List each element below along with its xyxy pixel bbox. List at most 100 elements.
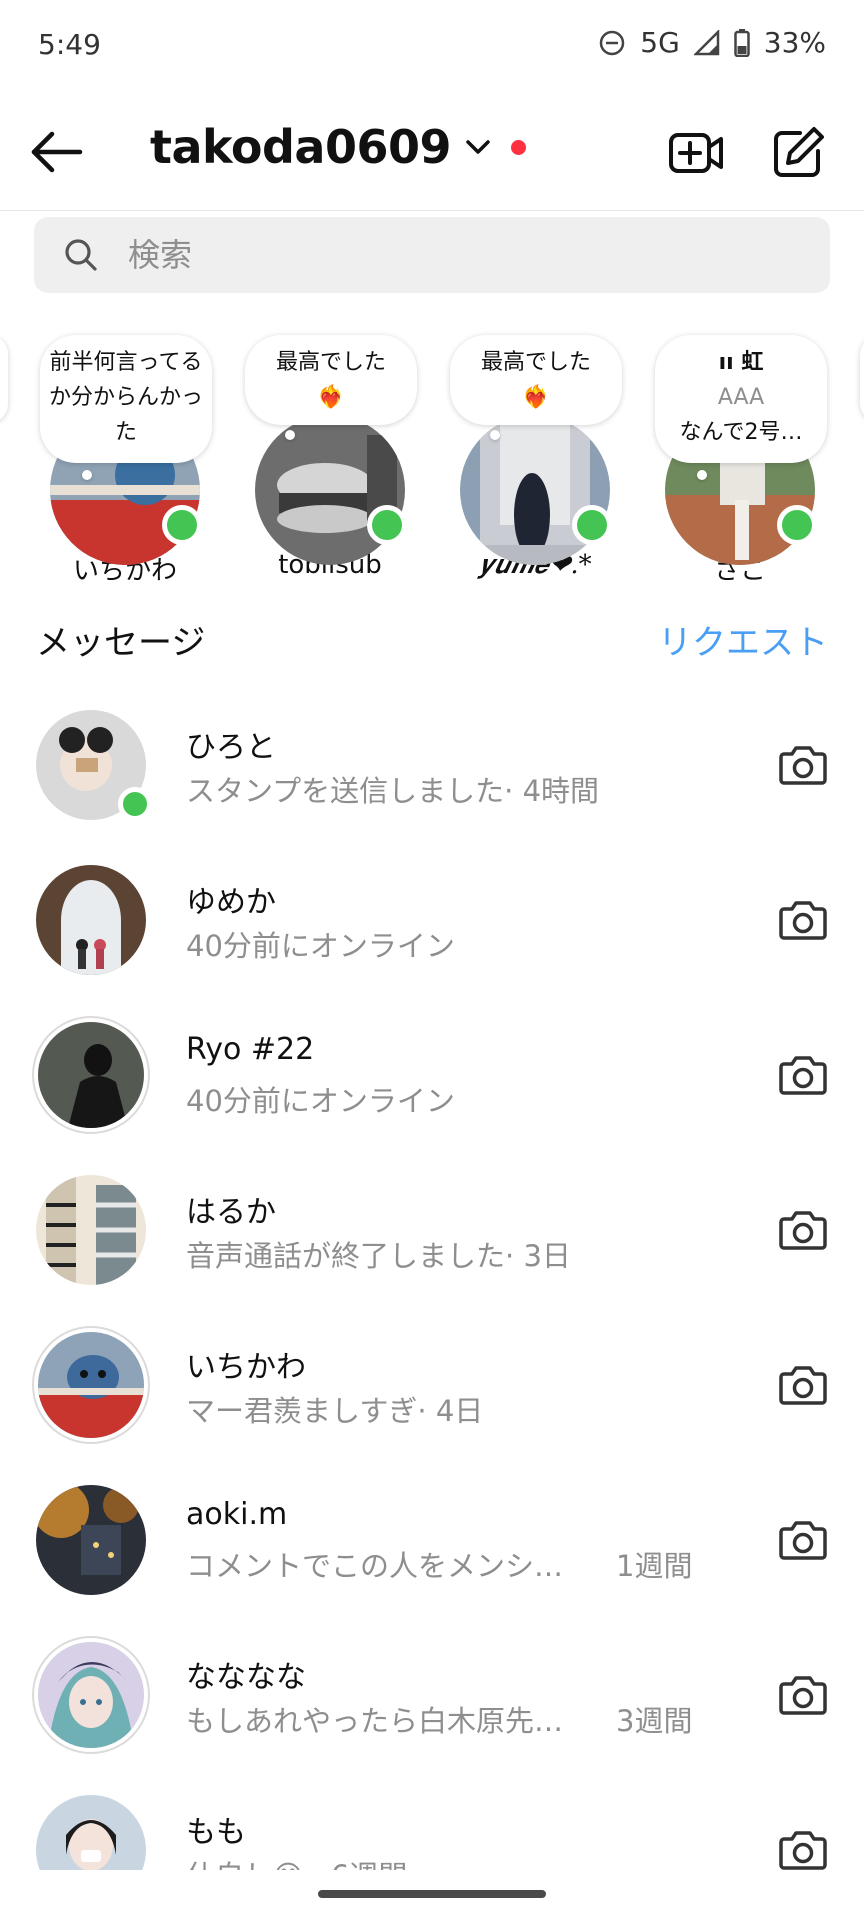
thread-preview: 仕自し😊 · 6週間 — [186, 1853, 706, 1870]
camera-icon[interactable] — [778, 895, 828, 945]
online-indicator — [777, 505, 817, 545]
search-input[interactable] — [126, 235, 790, 275]
battery-icon — [734, 28, 750, 57]
camera-icon[interactable] — [778, 740, 828, 790]
thread-name: もも — [186, 1815, 246, 1850]
online-indicator — [367, 505, 407, 545]
note-item[interactable]: 最高でした ❤️‍🔥 tobiisub — [245, 325, 450, 595]
thread-preview: 40分前にオンライン — [186, 923, 706, 965]
thread-preview: スタンプを送信しました · 4時間 — [186, 768, 706, 810]
note-emoji: ❤️‍🔥 — [522, 385, 550, 410]
avatar — [36, 1175, 146, 1285]
status-icons: 5G 33% — [598, 26, 826, 59]
notes-row: 前半何言ってるか分からんかった いちかわ 最高でした ❤️‍🔥 tobiisub… — [0, 325, 864, 595]
thread-preview: 音声通話が終了しました · 3日 — [186, 1233, 706, 1275]
notification-dot — [511, 139, 526, 155]
note-bubble-tail — [82, 470, 92, 480]
online-indicator — [118, 787, 152, 821]
thread-name: aoki.m — [186, 1497, 288, 1532]
thread-name: はるか — [186, 1195, 276, 1230]
camera-icon[interactable] — [778, 1515, 828, 1565]
note-text: 最高でした — [275, 350, 386, 375]
thread-message: マー君羨ましすぎ — [186, 1394, 418, 1428]
status-time: 5:49 — [38, 28, 101, 61]
thread-row[interactable]: いちかわ マー君羨ましすぎ · 4日 — [0, 1320, 864, 1475]
thread-time: 3週間 — [616, 1704, 693, 1738]
note-bubble-tail — [697, 470, 707, 480]
home-indicator[interactable] — [318, 1890, 546, 1898]
thread-time: · 3日 — [505, 1239, 571, 1273]
thread-message: スタンプを送信しました — [186, 774, 505, 808]
thread-message: 仕自し😊 · 6週間 — [186, 1853, 407, 1870]
messages-title: メッセージ — [36, 623, 206, 663]
compose-icon[interactable] — [770, 125, 826, 181]
thread-message: コメントでこの人をメンションしました — [186, 1549, 586, 1583]
thread-row[interactable]: なななな もしあれやったら白木原先輩に 3週間 — [0, 1630, 864, 1785]
thread-row[interactable]: はるか 音声通話が終了しました · 3日 — [0, 1165, 864, 1320]
camera-icon[interactable] — [778, 1205, 828, 1255]
note-emoji: ❤️‍🔥 — [317, 385, 345, 410]
thread-row[interactable]: ゆめか 40分前にオンライン — [0, 855, 864, 1010]
partial-note-right — [860, 335, 864, 423]
note-item[interactable]: 最高でした ❤️‍🔥 𝒚𝒖𝒎𝒆❤︎.* — [450, 325, 655, 595]
note-subtext: AAA — [717, 385, 765, 410]
messages-section-header: メッセージ リクエスト — [36, 615, 828, 664]
thread-list: ひろと スタンプを送信しました · 4時間 ゆめか 40分前にオンライン Ryo… — [0, 700, 864, 1870]
thread-time: · 4時間 — [504, 774, 600, 808]
thread-row[interactable]: aoki.m コメントでこの人をメンションしました 1週間 — [0, 1475, 864, 1630]
network-label: 5G — [640, 26, 680, 59]
thread-message: 音声通話が終了しました — [186, 1239, 506, 1273]
header: takoda0609 — [0, 95, 864, 211]
avatar — [36, 1485, 146, 1595]
thread-name: Ryo #22 — [186, 1032, 315, 1067]
thread-row[interactable]: もも 仕自し😊 · 6週間 — [0, 1785, 864, 1870]
status-bar: 5:49 5G 33% — [0, 0, 864, 95]
note-item[interactable]: ıı 虹 AAA なんで2号… さこ — [655, 325, 860, 595]
thread-message: もしあれやったら白木原先輩に — [186, 1704, 586, 1738]
signal-icon — [693, 29, 720, 55]
thread-name: ひろと — [186, 730, 276, 765]
search-bar[interactable] — [34, 217, 830, 293]
note-text: ıı 虹 — [718, 350, 764, 375]
camera-icon[interactable] — [778, 1825, 828, 1870]
camera-icon[interactable] — [778, 1050, 828, 1100]
requests-link[interactable]: リクエスト — [658, 615, 828, 664]
thread-preview: コメントでこの人をメンションしました 1週間 — [186, 1543, 706, 1585]
do-not-disturb-icon — [600, 30, 625, 55]
avatar — [36, 865, 146, 975]
thread-preview: もしあれやったら白木原先輩に 3週間 — [186, 1698, 706, 1740]
partial-note-left — [0, 335, 8, 423]
chevron-down-icon — [466, 140, 490, 154]
camera-icon[interactable] — [778, 1670, 828, 1720]
note-text: 前半何言ってるか分からんかった — [48, 350, 203, 445]
online-indicator — [572, 505, 612, 545]
note-bubble-tail — [285, 430, 295, 440]
page-title: takoda0609 — [150, 120, 452, 174]
account-switcher[interactable]: takoda0609 — [150, 120, 526, 174]
thread-row[interactable]: ひろと スタンプを送信しました · 4時間 — [0, 700, 864, 855]
avatar — [36, 1795, 146, 1870]
thread-preview: マー君羨ましすぎ · 4日 — [186, 1388, 706, 1430]
back-arrow-icon[interactable] — [30, 130, 84, 174]
note-bubble: 最高でした ❤️‍🔥 — [245, 335, 417, 425]
thread-name: ゆめか — [186, 885, 276, 920]
avatar — [38, 1332, 144, 1438]
thread-time: 1週間 — [616, 1549, 693, 1583]
thread-message: 40分前にオンライン — [186, 929, 455, 963]
thread-name: なななな — [186, 1660, 306, 1695]
avatar — [38, 1642, 144, 1748]
note-bubble: 前半何言ってるか分からんかった — [40, 335, 212, 463]
thread-message: 40分前にオンライン — [186, 1084, 455, 1118]
note-bubble: ıı 虹 AAA なんで2号… — [655, 335, 827, 463]
avatar — [38, 1022, 144, 1128]
thread-row[interactable]: Ryo #22 40分前にオンライン — [0, 1010, 864, 1165]
note-bubble: 最高でした ❤️‍🔥 — [450, 335, 622, 425]
note-extra: なんで2号… — [679, 420, 803, 445]
camera-icon[interactable] — [778, 1360, 828, 1410]
video-add-icon[interactable] — [668, 125, 724, 181]
battery-level: 33% — [763, 26, 826, 59]
thread-name: いちかわ — [186, 1350, 306, 1385]
thread-preview: 40分前にオンライン — [186, 1078, 706, 1120]
note-item[interactable]: 前半何言ってるか分からんかった いちかわ — [40, 325, 245, 595]
note-text: 最高でした — [480, 350, 591, 375]
